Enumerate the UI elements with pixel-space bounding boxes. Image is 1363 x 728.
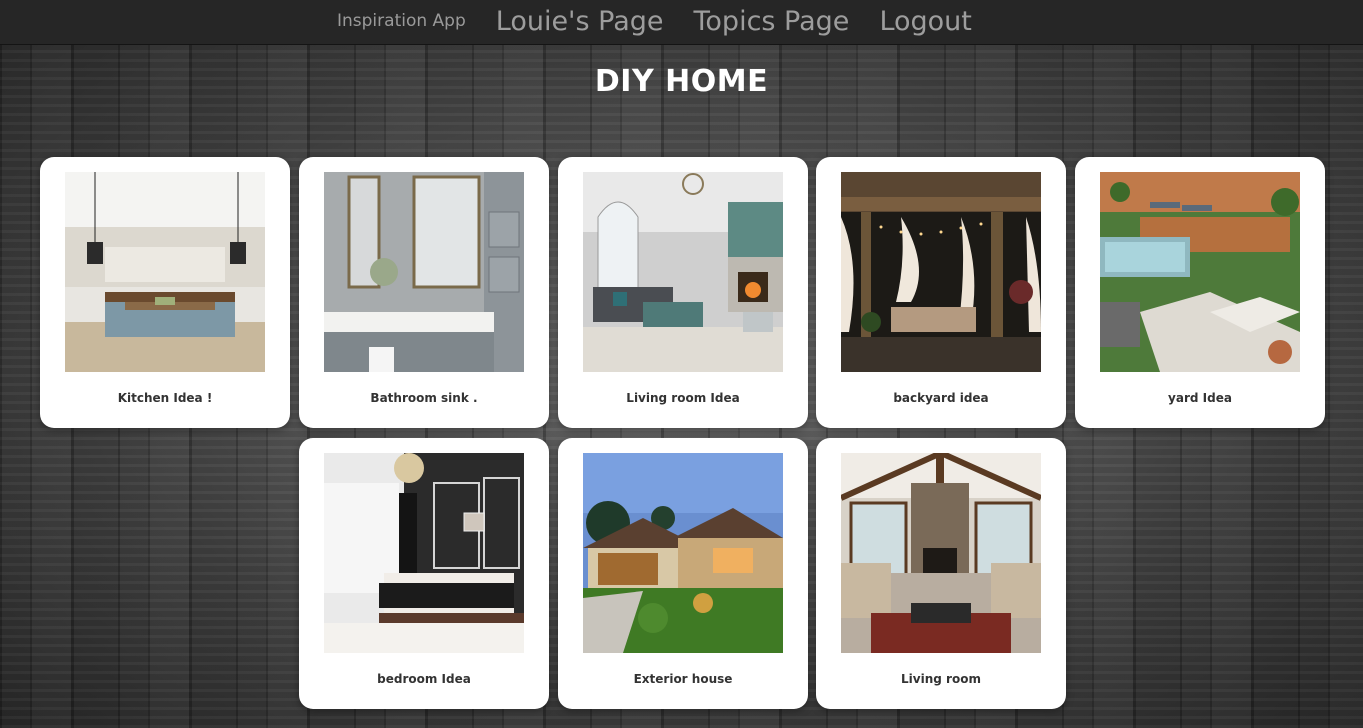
- idea-card-yard[interactable]: yard Idea: [1075, 157, 1325, 428]
- backyard-photo[interactable]: [841, 172, 1041, 372]
- nav-link-topics-page[interactable]: Topics Page: [694, 6, 850, 37]
- nav-inner: Inspiration App Louie's Page Topics Page…: [337, 0, 1002, 45]
- living-room-2-photo[interactable]: [841, 453, 1041, 653]
- exterior-house-photo[interactable]: [583, 453, 783, 653]
- page-title: DIY HOME: [594, 64, 769, 99]
- top-navbar: Inspiration App Louie's Page Topics Page…: [0, 0, 1363, 45]
- bathroom-photo[interactable]: [324, 172, 524, 372]
- card-caption: Living room: [901, 672, 981, 686]
- card-caption: bedroom Idea: [377, 672, 471, 686]
- kitchen-photo[interactable]: [65, 172, 265, 372]
- idea-card-kitchen[interactable]: Kitchen Idea !: [40, 157, 290, 428]
- idea-card-living-room-2[interactable]: Living room: [816, 438, 1066, 709]
- living-room-photo[interactable]: [583, 172, 783, 372]
- brand-link[interactable]: Inspiration App: [337, 11, 466, 31]
- card-caption: Bathroom sink .: [370, 391, 478, 405]
- idea-card-living-room[interactable]: Living room Idea: [558, 157, 808, 428]
- card-caption: Living room Idea: [626, 391, 740, 405]
- idea-card-exterior-house[interactable]: Exterior house: [558, 438, 808, 709]
- nav-link-louies-page[interactable]: Louie's Page: [496, 6, 664, 37]
- bedroom-photo[interactable]: [324, 453, 524, 653]
- card-caption: Exterior house: [633, 672, 733, 686]
- idea-card-bathroom[interactable]: Bathroom sink .: [299, 157, 549, 428]
- card-caption: backyard idea: [893, 391, 989, 405]
- card-caption: yard Idea: [1168, 391, 1232, 405]
- yard-photo[interactable]: [1100, 172, 1300, 372]
- card-caption: Kitchen Idea !: [117, 391, 213, 405]
- nav-link-logout[interactable]: Logout: [879, 6, 971, 37]
- idea-card-bedroom[interactable]: bedroom Idea: [299, 438, 549, 709]
- idea-card-backyard[interactable]: backyard idea: [816, 157, 1066, 428]
